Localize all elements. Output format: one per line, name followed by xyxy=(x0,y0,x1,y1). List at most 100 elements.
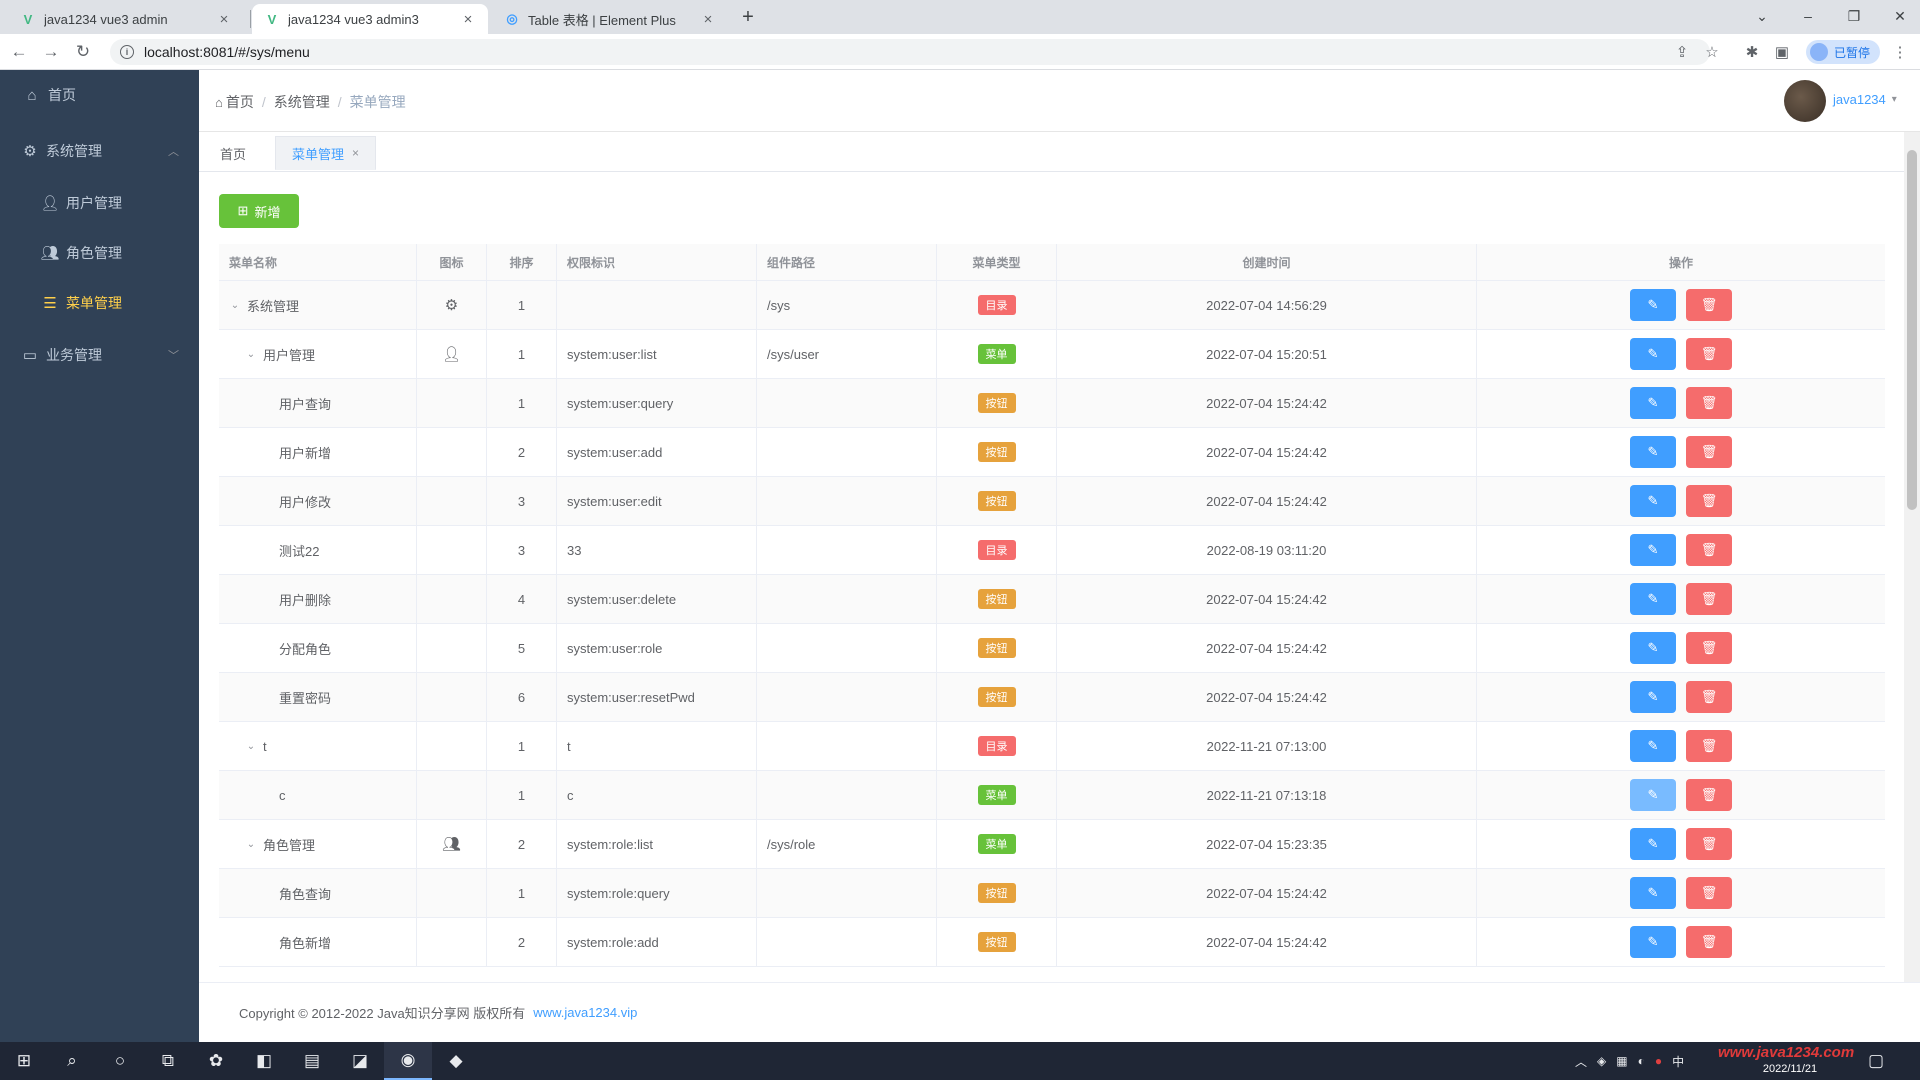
tag-tab-menus[interactable]: 菜单管理 × xyxy=(275,136,377,170)
avatar[interactable] xyxy=(1784,80,1826,122)
cell-name: 角色查询 xyxy=(219,869,417,917)
antivirus-icon[interactable]: ● xyxy=(1655,1054,1662,1068)
delete-button[interactable]: 🗑︎ xyxy=(1686,779,1732,811)
reload-icon[interactable]: ↻ xyxy=(70,39,96,65)
sidebar-item-menus[interactable]: ☰ 菜单管理 xyxy=(0,278,199,328)
info-icon[interactable]: i xyxy=(120,45,134,59)
sidebar-item-home[interactable]: ⌂ 首页 xyxy=(0,70,199,120)
browser-tab-active[interactable]: V java1234 vue3 admin3 × xyxy=(252,4,488,34)
time-value: 2022-07-04 15:24:42 xyxy=(1206,689,1327,705)
delete-button[interactable]: 🗑︎ xyxy=(1686,485,1732,517)
edit-button[interactable]: ✎ xyxy=(1630,779,1676,811)
edit-button[interactable]: ✎ xyxy=(1630,877,1676,909)
app-icon[interactable]: ✿ xyxy=(192,1042,240,1080)
side-panel-icon[interactable]: ▣ xyxy=(1772,42,1792,62)
extensions-icon[interactable]: ✱ xyxy=(1742,42,1762,62)
edit-button[interactable]: ✎ xyxy=(1630,485,1676,517)
forward-icon[interactable]: → xyxy=(38,39,64,65)
search-icon[interactable]: ⌕ xyxy=(48,1042,96,1080)
edit-button[interactable]: ✎ xyxy=(1630,387,1676,419)
notifications-icon[interactable]: ▢ xyxy=(1852,1042,1900,1080)
volume-icon[interactable]: ◐ xyxy=(1638,1054,1645,1068)
new-tab-button[interactable]: + xyxy=(736,5,760,29)
profile-button[interactable]: 已暂停 xyxy=(1806,40,1880,64)
sidebar-item-system[interactable]: ⚙ 系统管理 ︿ xyxy=(0,126,199,176)
sidebar-item-business[interactable]: ▭ 业务管理 ﹀ xyxy=(0,330,199,380)
delete-button[interactable]: 🗑︎ xyxy=(1686,632,1732,664)
network-icon[interactable]: ▦ xyxy=(1616,1054,1627,1068)
edit-button[interactable]: ✎ xyxy=(1630,632,1676,664)
table-row: 角色查询 1 system:role:query 按钮 2022-07-04 15:24… xyxy=(219,869,1885,918)
browser-tab[interactable]: V java1234 vue3 admin × xyxy=(8,4,244,34)
chevron-down-icon[interactable]: ⌄ xyxy=(245,741,257,752)
delete-button[interactable]: 🗑︎ xyxy=(1686,877,1732,909)
vscode-icon[interactable]: ◪ xyxy=(336,1042,384,1080)
delete-icon: 🗑︎ xyxy=(1700,787,1718,802)
close-icon[interactable]: × xyxy=(216,11,232,28)
tab-search-icon[interactable]: ⌄ xyxy=(1748,4,1776,28)
users-icon: 👥︎ xyxy=(40,245,60,262)
perms-value: c xyxy=(567,787,574,803)
window-close-button[interactable]: ✕ xyxy=(1886,4,1914,28)
column-header: 操作 xyxy=(1668,255,1693,270)
breadcrumb-item[interactable]: 系统管理 xyxy=(274,92,330,112)
scrollbar-thumb[interactable] xyxy=(1907,150,1917,510)
tag-tab-home[interactable]: 首页 xyxy=(203,136,263,170)
user-dropdown[interactable]: java1234 ▾ xyxy=(1833,92,1897,107)
delete-button[interactable]: 🗑︎ xyxy=(1686,436,1732,468)
sidebar-item-users[interactable]: 👤︎ 用户管理 xyxy=(0,178,199,228)
edit-button[interactable]: ✎ xyxy=(1630,681,1676,713)
footer-link[interactable]: www.java1234.vip xyxy=(533,1005,637,1020)
chevron-up-icon[interactable]: ︿ xyxy=(1575,1053,1587,1070)
delete-button[interactable]: 🗑︎ xyxy=(1686,289,1732,321)
delete-button[interactable]: 🗑︎ xyxy=(1686,387,1732,419)
chevron-down-icon[interactable]: ⌄ xyxy=(229,300,241,311)
edit-button[interactable]: ✎ xyxy=(1630,436,1676,468)
sidebar-item-roles[interactable]: 👥︎ 角色管理 xyxy=(0,228,199,278)
cell-time: 2022-07-04 15:24:42 xyxy=(1057,575,1477,623)
close-icon[interactable]: × xyxy=(460,11,476,28)
edit-button[interactable]: ✎ xyxy=(1630,926,1676,958)
windows-start-icon[interactable]: ⊞ xyxy=(0,1042,48,1080)
edit-button[interactable]: ✎ xyxy=(1630,289,1676,321)
edit-button[interactable]: ✎ xyxy=(1630,730,1676,762)
delete-button[interactable]: 🗑︎ xyxy=(1686,338,1732,370)
minimize-button[interactable]: – xyxy=(1794,4,1822,28)
app-icon[interactable]: ◆ xyxy=(432,1042,480,1080)
delete-button[interactable]: 🗑︎ xyxy=(1686,681,1732,713)
tags-view: 首页 菜单管理 × xyxy=(199,132,1920,172)
breadcrumb-item[interactable]: 首页 xyxy=(226,92,254,112)
notification-icon[interactable]: ◈ xyxy=(1597,1054,1606,1068)
add-button[interactable]: ⊞ 新增 xyxy=(219,194,299,228)
delete-button[interactable]: 🗑︎ xyxy=(1686,828,1732,860)
cortana-icon[interactable]: ○ xyxy=(96,1042,144,1080)
edit-button[interactable]: ✎ xyxy=(1630,583,1676,615)
close-icon[interactable]: × xyxy=(352,146,359,160)
edit-button[interactable]: ✎ xyxy=(1630,828,1676,860)
delete-button[interactable]: 🗑︎ xyxy=(1686,730,1732,762)
task-view-icon[interactable]: ⧉ xyxy=(144,1042,192,1080)
more-menu-icon[interactable]: ⋮ xyxy=(1890,42,1910,62)
add-button-label: 新增 xyxy=(254,204,281,220)
address-bar[interactable]: i localhost:8081/#/sys/menu xyxy=(110,39,1710,65)
order-value: 2 xyxy=(517,444,526,460)
delete-button[interactable]: 🗑︎ xyxy=(1686,534,1732,566)
share-icon[interactable]: ⇪ xyxy=(1672,42,1692,62)
menu-name: 分配角色 xyxy=(279,641,332,657)
edit-button[interactable]: ✎ xyxy=(1630,534,1676,566)
back-icon[interactable]: ← xyxy=(6,39,32,65)
close-icon[interactable]: × xyxy=(700,11,716,28)
perms-value: system:role:add xyxy=(567,934,659,950)
restore-button[interactable]: ❐ xyxy=(1840,4,1868,28)
notepad-icon[interactable]: ▤ xyxy=(288,1042,336,1080)
edit-button[interactable]: ✎ xyxy=(1630,338,1676,370)
delete-button[interactable]: 🗑︎ xyxy=(1686,583,1732,615)
chevron-down-icon[interactable]: ⌄ xyxy=(245,349,257,360)
browser-tab[interactable]: ◎ Table 表格 | Element Plus × xyxy=(492,4,728,34)
chevron-down-icon[interactable]: ⌄ xyxy=(245,839,257,850)
chrome-icon[interactable]: ◉ xyxy=(384,1042,432,1080)
idea-icon[interactable]: ◧ xyxy=(240,1042,288,1080)
star-icon[interactable]: ☆ xyxy=(1702,42,1722,62)
ime-indicator[interactable]: 中 xyxy=(1672,1053,1684,1070)
delete-button[interactable]: 🗑︎ xyxy=(1686,926,1732,958)
